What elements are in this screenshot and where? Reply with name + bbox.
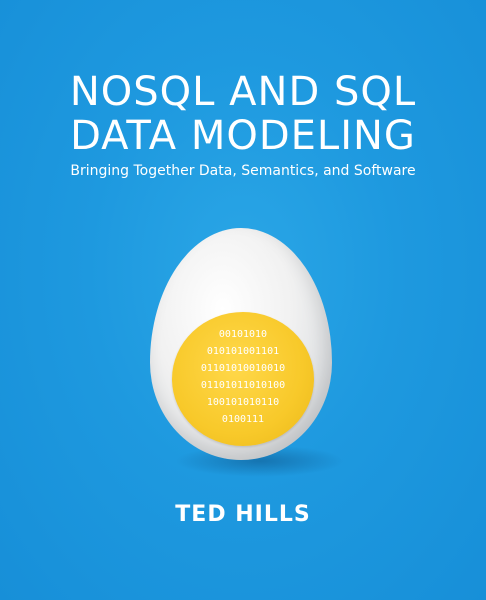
binary-line: 00101010 xyxy=(218,329,268,340)
book-cover: NOSQL AND SQL DATA MODELING Bringing Tog… xyxy=(0,0,486,600)
binary-line: 100101010110 xyxy=(206,397,280,408)
binary-line: 01101010010010 xyxy=(200,363,286,374)
author-name: TED HILLS xyxy=(175,502,311,527)
binary-code: 00101010 010101001101 01101010010010 011… xyxy=(172,326,314,428)
title-line-1: NOSQL AND SQL xyxy=(69,69,417,115)
binary-line: 0100111 xyxy=(221,414,265,425)
binary-line: 01101011010100 xyxy=(200,380,286,391)
subtitle: Bringing Together Data, Semantics, and S… xyxy=(70,163,416,179)
title-line-2: DATA MODELING xyxy=(70,113,416,159)
binary-line: 010101001101 xyxy=(206,346,280,357)
